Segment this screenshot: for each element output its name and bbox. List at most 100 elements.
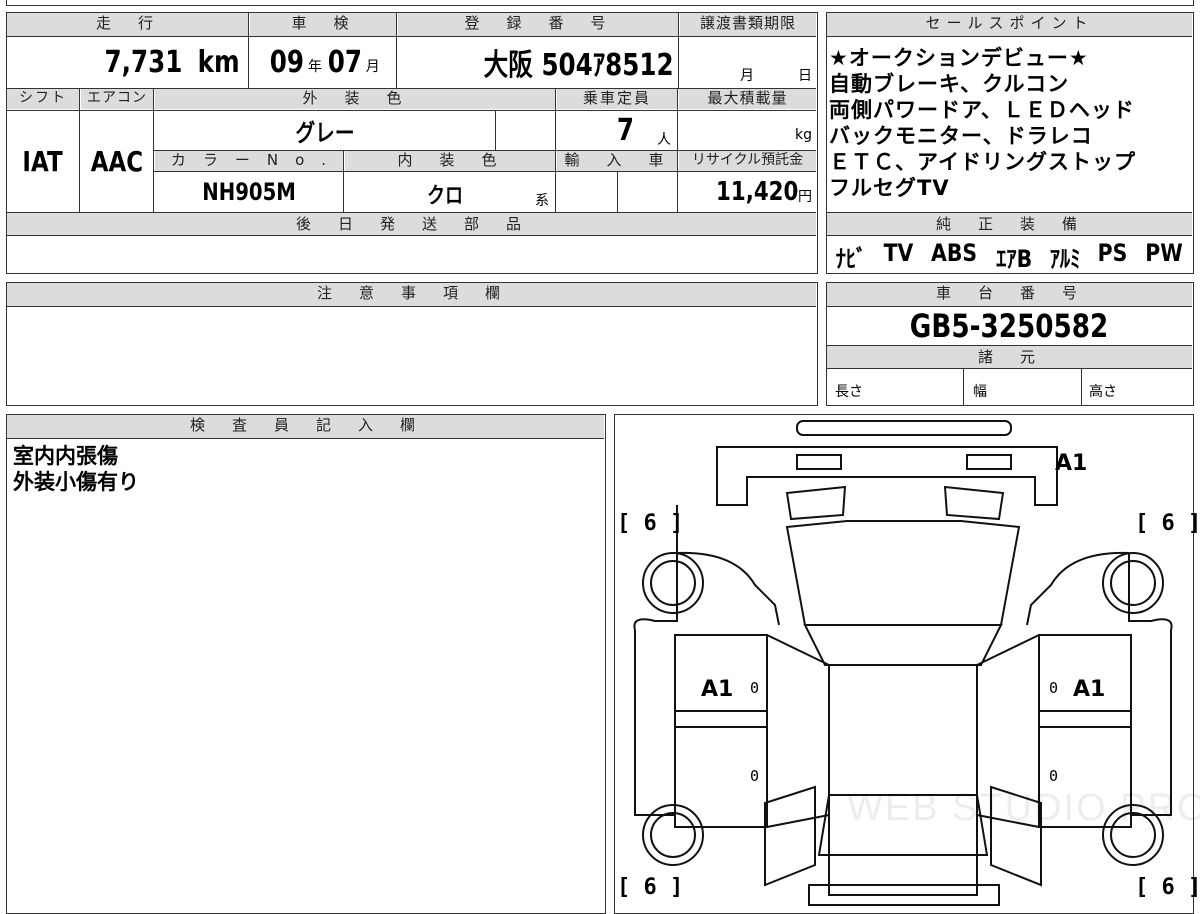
hood [785, 520, 1021, 626]
windshield [803, 624, 1003, 666]
zero-mark: 0 [750, 679, 760, 697]
shift-value-cell: IAT [7, 111, 79, 211]
inspection-year: 09 [270, 44, 305, 80]
tread-value: 6 [1161, 875, 1175, 900]
shift-value: IAT [22, 144, 64, 178]
spec-height-label: 高さ [1089, 384, 1117, 400]
chassis-value: GB5-3250582 [910, 307, 1109, 345]
notes-box: 注 意 事 項 欄 [6, 282, 818, 406]
shift-label: シフト [7, 89, 79, 109]
top-strip [6, 0, 1194, 6]
interior-color-suffix: 系 [535, 193, 549, 209]
inspection-value-cell: 09 年 07 月 [250, 37, 396, 87]
transfer-month-unit: 月 [740, 68, 754, 84]
left-fender [633, 553, 678, 631]
transfer-day-unit: 日 [798, 68, 812, 84]
equipment-list: ﾅﾋﾞ TV ABS ｴｱB ｱﾙﾐ PS PW [827, 239, 1192, 274]
transfer-deadline-label: 譲渡書類期限 [680, 13, 816, 36]
transfer-deadline-value-cell: 月 日 [680, 37, 816, 87]
right-headlight [943, 485, 1005, 521]
aircon-label: エアコン [81, 89, 153, 109]
max-load-label: 最大積載量 [679, 89, 816, 109]
zero-mark: 0 [1049, 679, 1059, 697]
inspector-note-line: 外装小傷有り [13, 470, 139, 494]
left-fog-lamp [796, 454, 842, 470]
left-front-door-mark: A1 [701, 677, 734, 702]
inspection-year-unit: 年 [308, 59, 322, 75]
inspector-label: 検 査 員 記 入 欄 [7, 415, 604, 438]
capacity-label: 乗車定員 [557, 89, 677, 109]
recycle-value: 11,420 [715, 176, 798, 207]
aircon-value-cell: AAC [81, 111, 153, 211]
exterior-color-label: 外 装 色 [155, 89, 555, 109]
right-fender [1128, 553, 1173, 631]
tread-front-right: [ 6 ] [1135, 511, 1200, 536]
left-side-body [634, 630, 830, 828]
sales-point-line: バックモニター、ドラレコ [829, 124, 1093, 148]
car-diagram-box: A1 A1 A1 0 0 0 0 [ 6 ] [ 6 ] [ 6 ] [ 6 ]… [614, 414, 1200, 914]
zero-mark: 0 [750, 767, 760, 785]
front-left-wheel-inner [650, 560, 696, 606]
capacity-value-cell: 7 人 [557, 111, 677, 149]
sales-points-box: セールスポイント ★オークションデビュー★ 自動ブレーキ、クルコン 両側パワード… [826, 12, 1194, 274]
roof [828, 664, 978, 896]
sales-point-line: 自動ブレーキ、クルコン [829, 72, 1070, 96]
rear-left-wheel-inner [650, 812, 696, 858]
color-no-value: NH905M [202, 177, 296, 206]
registration-label: 登 録 番 号 [398, 13, 678, 36]
right-front-door-mark: A1 [1073, 677, 1106, 702]
mileage-unit: km [197, 44, 240, 80]
color-no-label: カ ラ ー N o . [155, 151, 343, 171]
spec-length-label: 長さ [835, 384, 863, 400]
tread-rear-left: [ 6 ] [617, 875, 684, 900]
equipment-item-abs: ABS [931, 239, 978, 267]
body-outline [676, 505, 1130, 626]
import-label: 輸 入 車 [557, 151, 677, 171]
tread-value: 6 [1161, 511, 1175, 536]
tread-rear-right: [ 6 ] [1135, 875, 1200, 900]
front-bumper-strip [796, 420, 1012, 436]
interior-color-value: クロ [426, 184, 464, 209]
front-bumper-mark: A1 [1055, 451, 1088, 476]
interior-color-label: 内 装 色 [345, 151, 555, 171]
mileage-label: 走 行 [7, 13, 248, 36]
vehicle-info-grid: 走 行 車 検 登 録 番 号 譲渡書類期限 7,731 km 09 年 07 … [6, 12, 818, 274]
specs-label: 諸 元 [827, 346, 1192, 368]
recycle-label: リサイクル預託金 [679, 151, 816, 171]
chassis-box: 車 台 番 号 GB5-3250582 諸 元 長さ 幅 高さ [826, 282, 1194, 406]
capacity-value: 7 [616, 113, 634, 148]
car-body-diagram [633, 420, 1173, 906]
zero-mark: 0 [1049, 767, 1059, 785]
registration-value-cell: 大阪 504ｱ8512 [398, 37, 678, 87]
sales-point-line: 両側パワードア、ＬＥＤヘッド [829, 98, 1135, 122]
max-load-unit: kg [795, 127, 812, 143]
inspector-box: 検 査 員 記 入 欄 室内内張傷 外装小傷有り [6, 414, 606, 914]
equipment-label: 純 正 装 備 [827, 213, 1192, 235]
recycle-unit: 円 [798, 188, 812, 205]
sales-points-label: セールスポイント [827, 13, 1192, 36]
mileage-value: 7,731 [104, 44, 183, 80]
inspector-notes: 室内内張傷 外装小傷有り [13, 443, 139, 495]
capacity-unit: 人 [657, 132, 671, 148]
left-headlight [785, 485, 847, 521]
later-parts-value-cell [7, 236, 816, 272]
rear-quarter-left [764, 785, 816, 887]
interior-color-value-cell: クロ 系 [345, 172, 555, 211]
inspection-month-unit: 月 [365, 59, 380, 75]
mileage-value-cell: 7,731 km [7, 37, 248, 87]
inspector-note-line: 室内内張傷 [13, 444, 118, 468]
exterior-color-value: グレー [295, 118, 355, 147]
tread-value: 6 [643, 875, 657, 900]
equipment-item-navi: ﾅﾋﾞ [835, 245, 867, 273]
chassis-value-cell: GB5-3250582 [827, 307, 1192, 345]
chassis-label: 車 台 番 号 [827, 283, 1192, 306]
sales-point-line: ★オークションデビュー★ [829, 46, 1089, 70]
aircon-value: AAC [90, 144, 144, 178]
equipment-item-pw: PW [1145, 239, 1183, 267]
tread-front-left: [ 6 ] [617, 511, 684, 536]
inspection-label: 車 検 [250, 13, 396, 36]
equipment-item-ps: PS [1097, 239, 1128, 267]
front-right-wheel-inner [1110, 560, 1156, 606]
exterior-color-value-cell: グレー [155, 111, 495, 149]
notes-label: 注 意 事 項 欄 [7, 283, 816, 306]
